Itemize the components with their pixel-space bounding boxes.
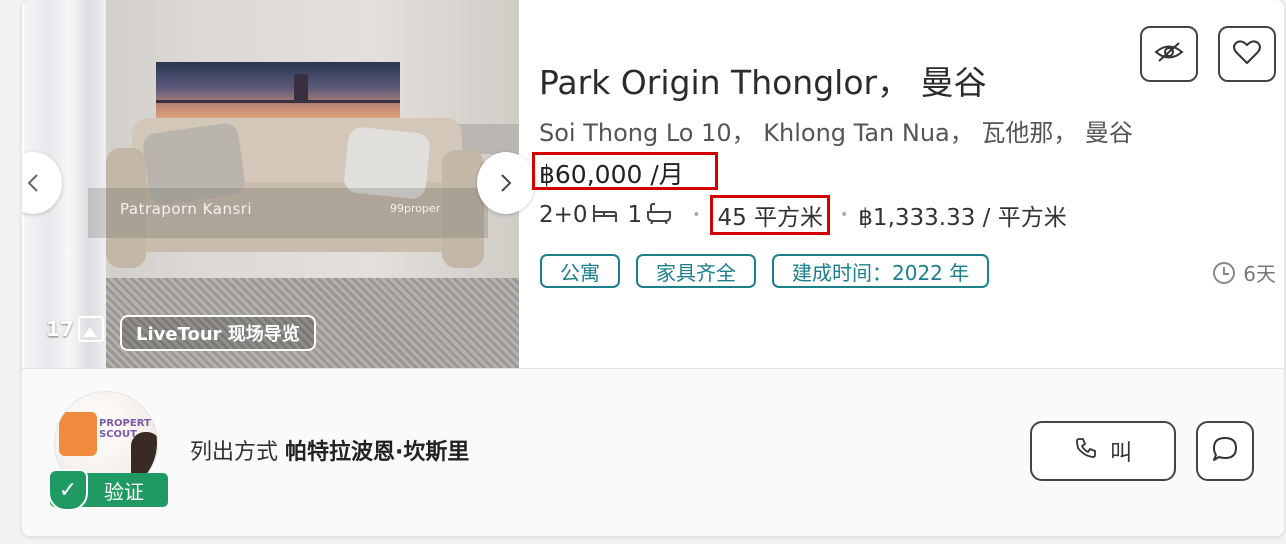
- tag-property-type: 公寓: [540, 254, 620, 288]
- listing-price: ฿60,000 /月: [539, 160, 684, 189]
- price-per-area: ฿1,333.33 / 平方米: [858, 205, 1067, 231]
- listing-address: Soi Thong Lo 10， Khlong Tan Nua， 瓦他那， 曼谷: [539, 119, 1134, 147]
- call-label: 叫: [1109, 441, 1132, 466]
- livetour-button[interactable]: LiveTour 现场导览: [120, 315, 316, 351]
- tag-furnishing: 家具齐全: [636, 254, 756, 288]
- bathroom-count: 1: [627, 202, 643, 228]
- photo-count[interactable]: 17: [46, 316, 104, 342]
- listing-area: 45 平方米: [717, 205, 824, 231]
- verified-label: 验证: [104, 479, 144, 504]
- watermark-name: Patraporn Kansri: [120, 200, 253, 218]
- listing-photo[interactable]: Patraporn Kansri 99proper 17 LiveTour 现场…: [24, 0, 519, 368]
- bedroom-count: 2+0: [539, 202, 588, 228]
- listed-by-prefix: 列出方式: [190, 440, 279, 465]
- agent-name[interactable]: 帕特拉波恩·坎斯里: [285, 440, 469, 465]
- hide-listing-button[interactable]: [1140, 26, 1198, 82]
- listing-specs: 2+0 1 • 45 平方米 • ฿1,333.33 / 平方米: [539, 195, 1067, 235]
- agent-footer: PROPERTY SCOUT ✓ 验证 列出方式 帕特拉波恩·坎斯里 叫: [22, 369, 1284, 536]
- bath-icon: [646, 202, 672, 229]
- phone-icon: [1074, 436, 1098, 466]
- chevron-right-icon[interactable]: [477, 152, 535, 214]
- agency-logo: [59, 412, 97, 456]
- eye-off-icon: [1154, 41, 1184, 67]
- clock-icon: [1213, 261, 1236, 284]
- area-highlight-box: 45 平方米: [710, 195, 831, 235]
- call-button[interactable]: 叫: [1030, 421, 1176, 481]
- watermark-brand: 99proper: [390, 202, 441, 215]
- bed-icon: [592, 202, 618, 229]
- posted-age: 6天: [1213, 258, 1276, 287]
- separator-dot: •: [692, 207, 701, 223]
- wall-art: [156, 62, 400, 120]
- heart-icon: [1233, 39, 1261, 69]
- posted-age-value: 6天: [1243, 262, 1276, 286]
- photo-count-value: 17: [46, 317, 74, 341]
- verified-badge: ✓ 验证: [48, 469, 168, 511]
- favorite-button[interactable]: [1218, 26, 1276, 82]
- tag-build-year: 建成时间：2022 年: [772, 254, 990, 288]
- image-count-icon: [77, 316, 104, 342]
- listed-by: 列出方式 帕特拉波恩·坎斯里: [190, 434, 469, 466]
- chat-bubble-icon: [1211, 435, 1239, 467]
- separator-dot: •: [840, 207, 849, 223]
- check-shield-icon: ✓: [48, 469, 88, 511]
- listing-info: Park Origin Thonglor， 曼谷 Soi Thong Lo 10…: [532, 0, 1284, 368]
- listing-title[interactable]: Park Origin Thonglor， 曼谷: [539, 56, 987, 104]
- listing-tags: 公寓 家具齐全 建成时间：2022 年: [540, 254, 990, 288]
- chat-button[interactable]: [1196, 421, 1254, 481]
- listing-card[interactable]: Patraporn Kansri 99proper 17 LiveTour 现场…: [22, 0, 1284, 536]
